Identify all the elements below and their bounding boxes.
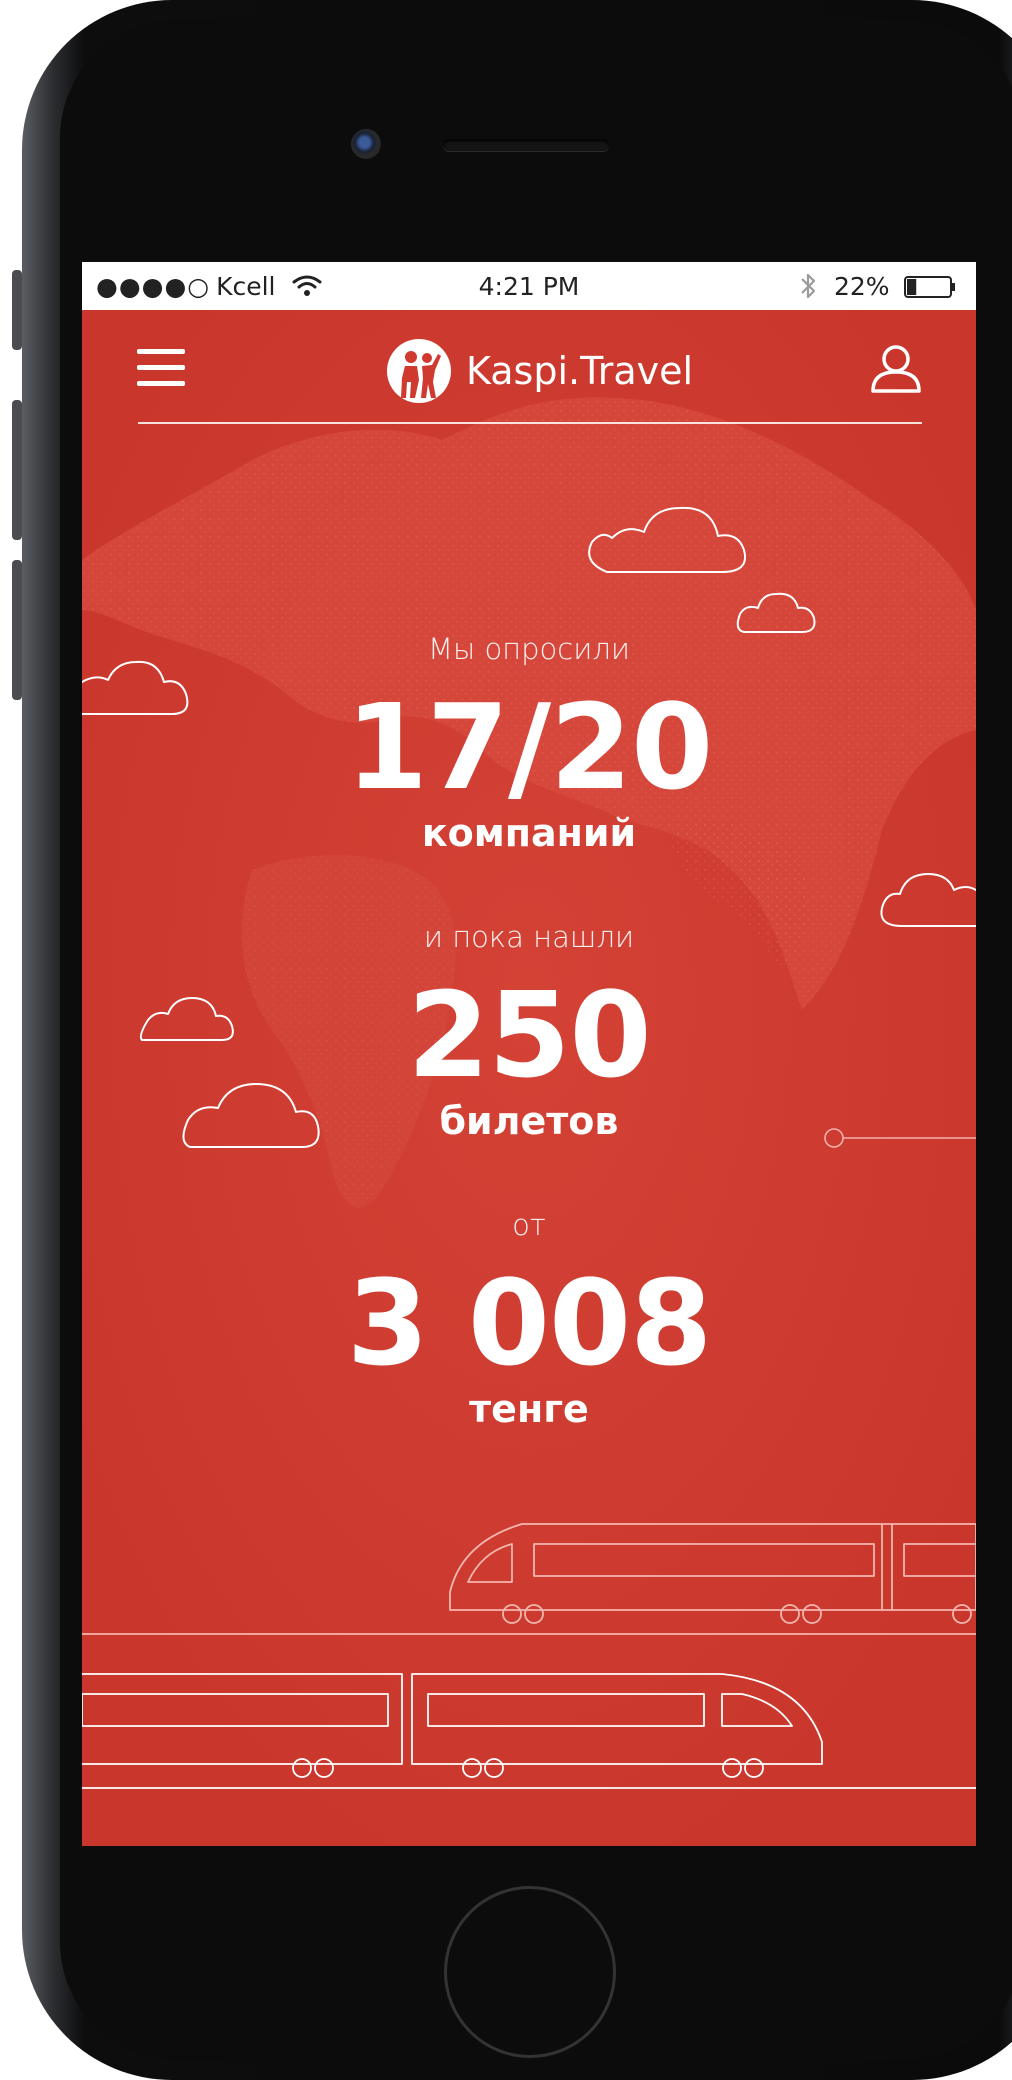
tickets-stat-prefix: и пока нашли [423,920,635,954]
user-profile-icon[interactable] [870,344,922,394]
app-header: Kaspi.Travel [82,310,976,430]
phone-mute-switch [12,270,22,350]
bluetooth-icon [801,273,816,299]
companies-stat: Мы опросили 17/20 компаний [82,632,976,852]
tickets-stat-value: 250 [407,966,651,1104]
tickets-stat-unit: билетов [439,1099,619,1143]
app-screen: ●●●●○ Kcell 4:21 PM 22% Kaspi.Travel Мы … [82,262,976,1846]
battery-icon [904,276,955,298]
price-stat-unit: тенге [469,1387,589,1431]
price-stat: от 3 008 тенге [82,1208,976,1428]
companies-stat-unit: компаний [421,811,637,855]
home-button[interactable] [444,1886,616,2058]
phone-volume-down [12,560,22,700]
battery-percent: 22% [834,272,890,301]
companies-stat-prefix: Мы опросили [428,632,630,666]
phone-volume-up [12,400,22,540]
hamburger-menu-icon[interactable] [137,347,185,389]
front-camera [351,129,381,159]
kaspi-travel-logo-icon [387,339,451,403]
status-bar: ●●●●○ Kcell 4:21 PM 22% [82,262,976,310]
app-name: Kaspi.Travel [466,349,694,393]
price-stat-prefix: от [512,1208,546,1242]
app-logo[interactable]: Kaspi.Travel [386,338,693,404]
companies-stat-value: 17/20 [345,678,714,816]
tickets-stat: и пока нашли 250 билетов [82,920,976,1140]
price-stat-value: 3 008 [346,1254,713,1392]
earpiece-speaker [443,139,609,151]
header-divider [138,422,922,424]
